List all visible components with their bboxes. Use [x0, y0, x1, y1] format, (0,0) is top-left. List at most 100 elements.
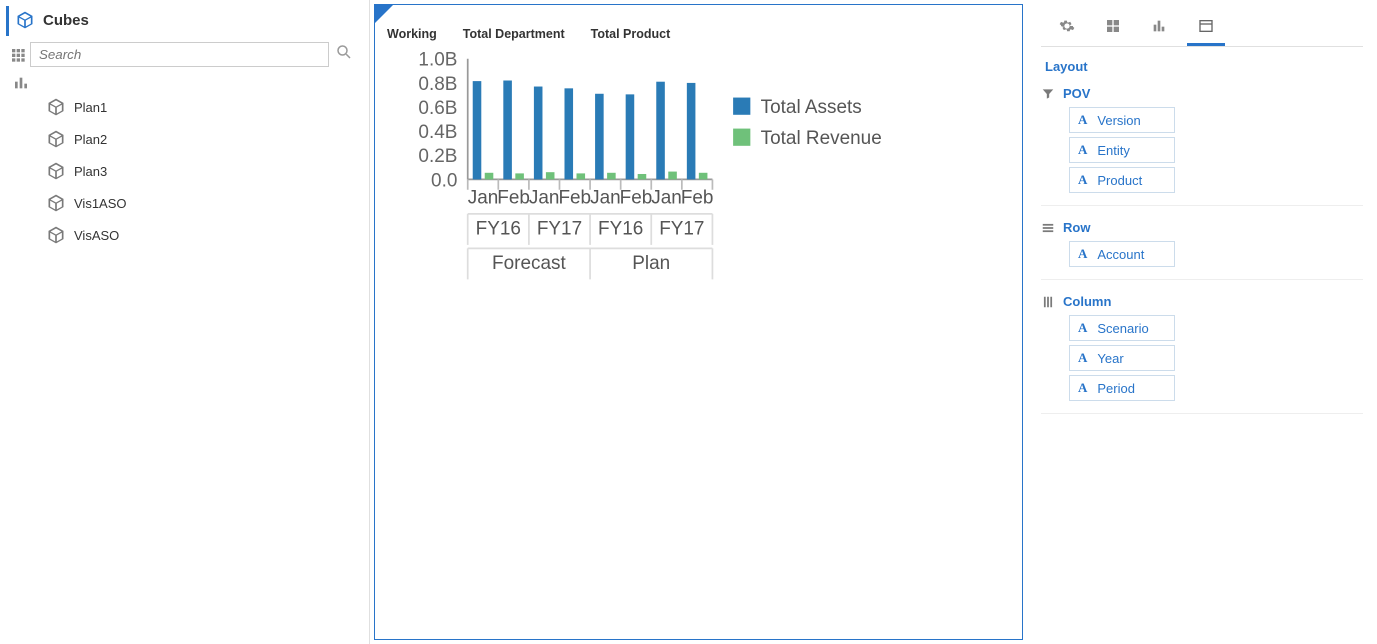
dim-chip-scenario[interactable]: A Scenario: [1069, 315, 1175, 341]
pov-chip[interactable]: Working: [387, 27, 437, 41]
bar-revenue[interactable]: [668, 172, 677, 180]
x-month-label: Jan: [651, 188, 682, 209]
cube-item-plan3[interactable]: Plan3: [46, 155, 359, 187]
cube-item-plan1[interactable]: Plan1: [46, 91, 359, 123]
dim-chip-version[interactable]: A Version: [1069, 107, 1175, 133]
chart-frame[interactable]: Working Total Department Total Product 0.0…: [374, 4, 1023, 640]
x-month-label: Feb: [497, 188, 530, 209]
y-tick-label: 0.4B: [418, 122, 457, 143]
group-title: Column: [1063, 294, 1111, 309]
pov-chip[interactable]: Total Department: [463, 27, 565, 41]
cube-item-plan2[interactable]: Plan2: [46, 123, 359, 155]
tab-chart[interactable]: [1141, 12, 1177, 46]
cube-item-label: Plan1: [74, 100, 107, 115]
x-year-label: FY17: [659, 219, 704, 240]
bar-revenue[interactable]: [515, 173, 524, 179]
x-scenario-label: Forecast: [492, 253, 566, 274]
bar-assets[interactable]: [534, 87, 543, 180]
y-tick-label: 0.6B: [418, 98, 457, 119]
selection-corner-icon: [375, 5, 393, 23]
search-icon[interactable]: [329, 43, 359, 66]
x-month-label: Jan: [529, 188, 560, 209]
right-panel: Layout POV AVersionAEntityAProduct Row A…: [1027, 0, 1377, 644]
chip-label: Period: [1097, 381, 1135, 396]
y-tick-label: 0.8B: [418, 74, 457, 95]
dim-chip-period[interactable]: A Period: [1069, 375, 1175, 401]
letter-a-icon: A: [1078, 380, 1087, 396]
bar-revenue[interactable]: [485, 173, 494, 180]
layout-group-pov: POV AVersionAEntityAProduct: [1041, 86, 1363, 206]
cube-item-label: Plan3: [74, 164, 107, 179]
dashboard-icon: [1105, 18, 1121, 34]
letter-a-icon: A: [1078, 320, 1087, 336]
bar-assets[interactable]: [473, 81, 482, 179]
letter-a-icon: A: [1078, 350, 1087, 366]
dim-chip-entity[interactable]: AEntity: [1069, 137, 1175, 163]
pov-chip[interactable]: Total Product: [591, 27, 671, 41]
letter-a-icon: A: [1078, 246, 1087, 262]
x-year-label: FY16: [476, 219, 521, 240]
cubes-title: Cubes: [43, 12, 89, 29]
cube-item-visaso[interactable]: VisASO: [46, 219, 359, 251]
layout-group-column: Column AScenarioAYearAPeriod: [1041, 294, 1363, 414]
y-tick-label: 0.0: [431, 170, 457, 191]
pov-row: Working Total Department Total Product: [387, 27, 670, 41]
group-title: POV: [1063, 86, 1090, 101]
bar-assets[interactable]: [656, 82, 665, 180]
bar-assets[interactable]: [564, 88, 573, 179]
property-tabs: [1041, 8, 1363, 47]
group-header-column: Column: [1041, 294, 1363, 309]
legend-swatch: [733, 129, 750, 146]
cubes-header: Cubes: [6, 6, 359, 36]
bar-revenue[interactable]: [607, 173, 616, 180]
layout-group-row: Row AAccount: [1041, 220, 1363, 280]
chip-label: Version: [1097, 113, 1140, 128]
x-month-label: Feb: [620, 188, 653, 209]
layout-section-title: Layout: [1041, 47, 1363, 80]
bar-assets[interactable]: [687, 83, 696, 180]
dim-chip-product[interactable]: A Product: [1069, 167, 1175, 193]
x-year-label: FY17: [537, 219, 582, 240]
letter-a-icon: A: [1078, 112, 1087, 128]
tab-layout[interactable]: [1187, 12, 1225, 46]
x-scenario-label: Plan: [632, 253, 670, 274]
x-year-label: FY16: [598, 219, 643, 240]
letter-a-icon: A: [1078, 142, 1087, 158]
bar-revenue[interactable]: [699, 173, 708, 180]
cube-icon: [15, 10, 35, 30]
bar-revenue[interactable]: [546, 172, 555, 179]
bar-revenue[interactable]: [638, 174, 647, 179]
chip-label: Scenario: [1097, 321, 1148, 336]
cube-item-vis1aso[interactable]: Vis1ASO: [46, 187, 359, 219]
bar-assets[interactable]: [595, 94, 604, 180]
layout-icon: [1197, 18, 1215, 34]
dim-chip-account[interactable]: AAccount: [1069, 241, 1175, 267]
x-month-label: Jan: [468, 188, 499, 209]
cube-item-label: Vis1ASO: [74, 196, 127, 211]
left-panel: Cubes Plan1 Plan2 Plan3 Vis1ASO VisASO: [0, 0, 370, 644]
cube-item-label: VisASO: [74, 228, 119, 243]
bar-chart: 0.00.2B0.4B0.6B0.8B1.0BJanFebJanFebJanFe…: [385, 45, 902, 304]
legend-label: Total Assets: [761, 97, 862, 118]
letter-a-icon: A: [1078, 172, 1087, 188]
search-row: [6, 42, 359, 67]
bar-chart-icon[interactable]: [9, 75, 33, 91]
bar-revenue[interactable]: [577, 173, 586, 179]
search-input[interactable]: [30, 42, 329, 67]
chip-label: Product: [1097, 173, 1142, 188]
gear-icon: [1059, 18, 1075, 34]
dim-chip-year[interactable]: AYear: [1069, 345, 1175, 371]
x-month-label: Feb: [558, 188, 591, 209]
center-panel: Working Total Department Total Product 0.0…: [370, 0, 1027, 644]
apps-icon[interactable]: [6, 47, 30, 63]
y-tick-label: 0.2B: [418, 146, 457, 167]
bar-assets[interactable]: [503, 81, 512, 180]
legend-swatch: [733, 98, 750, 115]
cube-tree: Plan1 Plan2 Plan3 Vis1ASO VisASO: [46, 91, 359, 251]
group-title: Row: [1063, 220, 1090, 235]
tab-settings[interactable]: [1049, 12, 1085, 46]
group-header-pov: POV: [1041, 86, 1363, 101]
chart-icon: [1151, 18, 1167, 34]
bar-assets[interactable]: [626, 94, 635, 179]
tab-grid[interactable]: [1095, 12, 1131, 46]
